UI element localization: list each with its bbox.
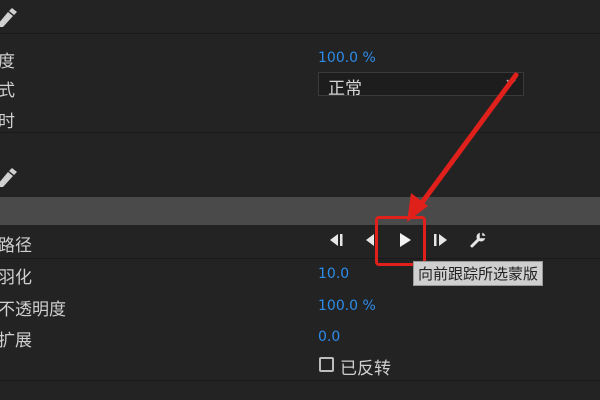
annotation-arrow (407, 72, 519, 222)
tooltip: 向前跟踪所选蒙版 (413, 261, 544, 286)
